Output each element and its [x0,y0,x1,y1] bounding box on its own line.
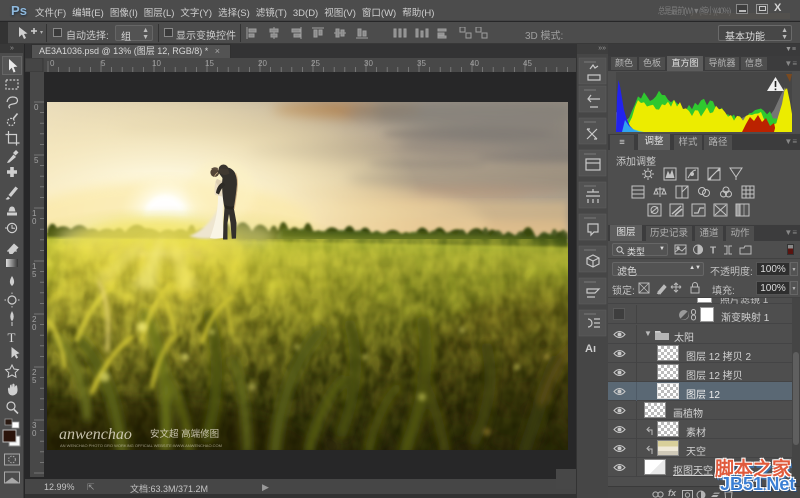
svg-text:T: T [8,330,16,345]
svg-text:0: 0 [34,103,39,112]
svg-text:0: 0 [32,429,37,438]
svg-text:anwenchao: anwenchao [59,426,132,443]
svg-text:0: 0 [32,323,37,332]
svg-text:5: 5 [32,376,37,385]
svg-text:5: 5 [32,270,37,279]
svg-text:0: 0 [32,217,37,226]
svg-text:10: 10 [152,59,161,68]
svg-text:20: 20 [258,59,267,68]
svg-text:45: 45 [523,59,532,68]
svg-text:0: 0 [50,59,55,68]
svg-text:AN WENCHAO PHOTO GRO WORKING O: AN WENCHAO PHOTO GRO WORKING OFFICIAL WE… [60,443,222,448]
svg-text:T: T [710,246,716,257]
svg-text:15: 15 [205,59,214,68]
svg-text:25: 25 [311,59,320,68]
svg-text:Aı: Aı [585,343,596,355]
svg-text:安文超 高端修图: 安文超 高端修图 [150,428,219,440]
svg-text:5: 5 [101,59,106,68]
svg-text:30: 30 [364,59,373,68]
svg-text:40: 40 [470,59,479,68]
svg-text:5: 5 [34,156,39,165]
svg-text:35: 35 [417,59,426,68]
